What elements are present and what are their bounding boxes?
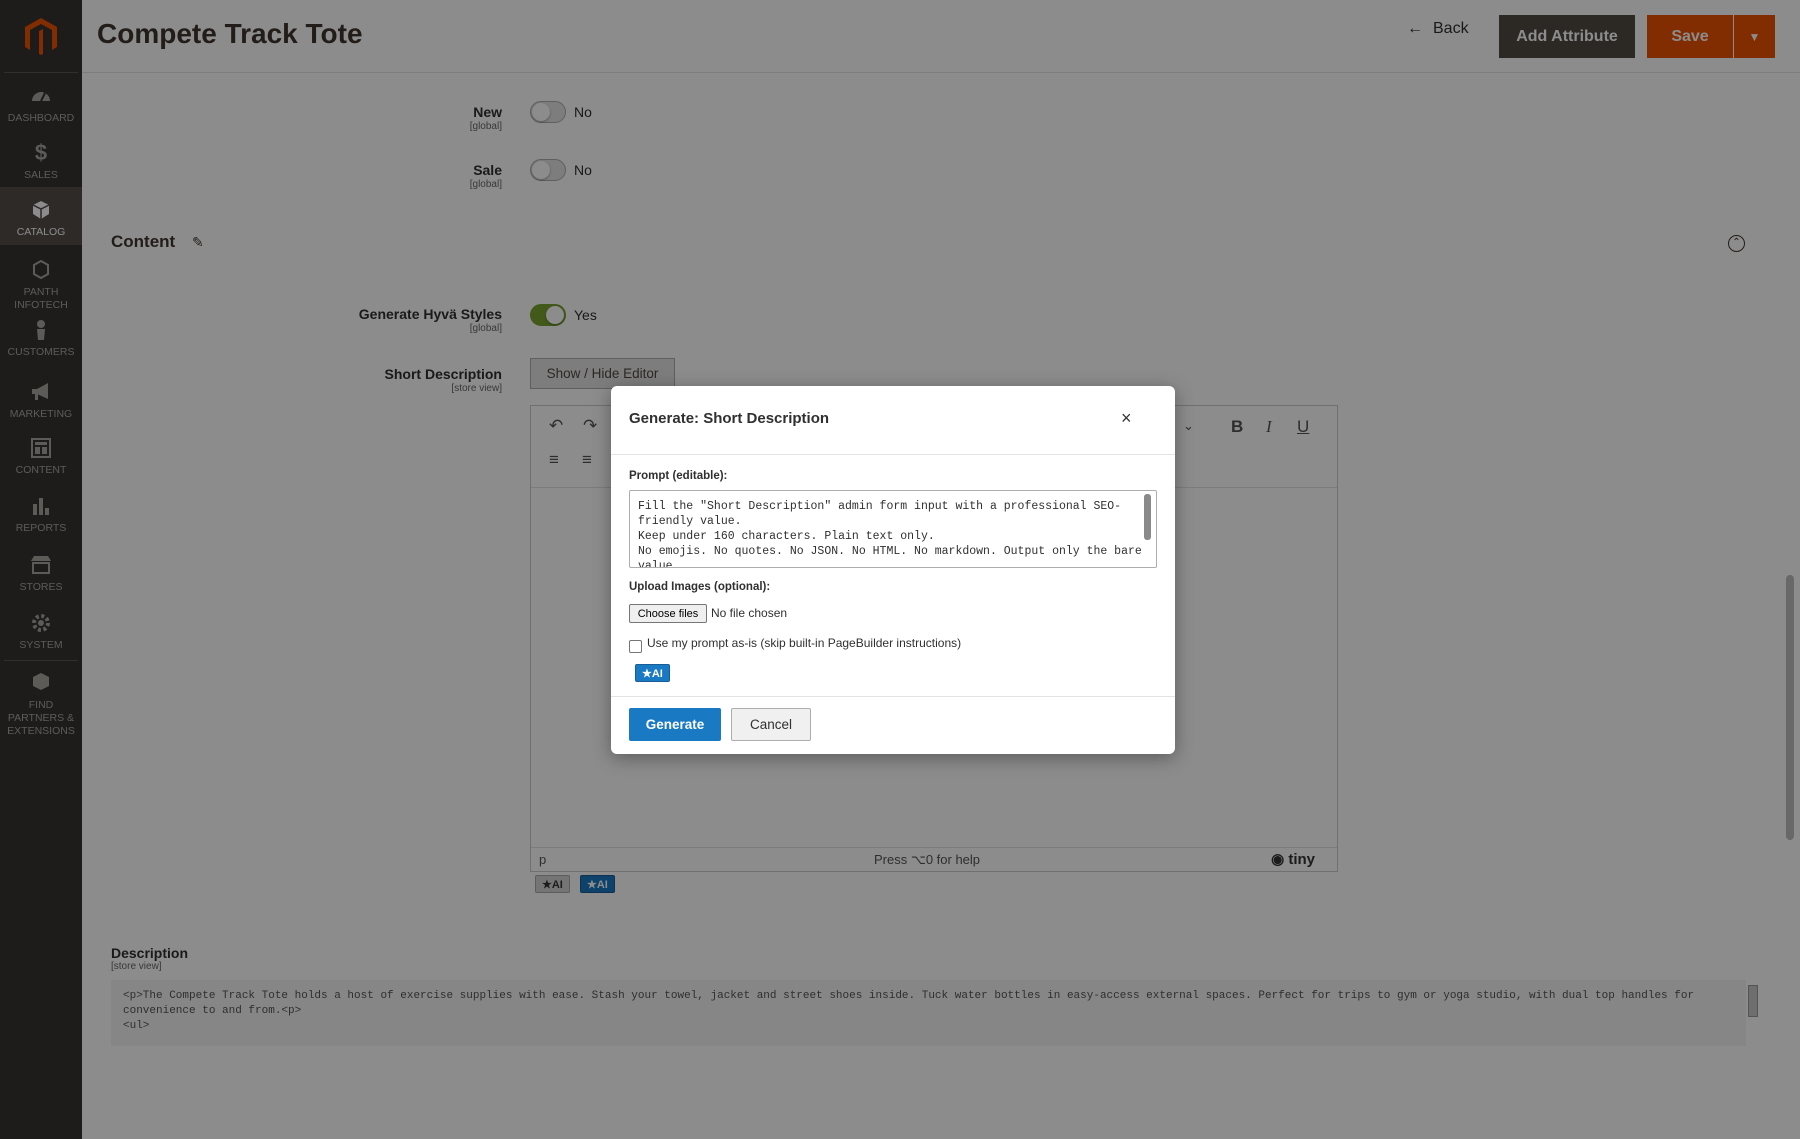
ai-badge[interactable]: ★AI: [635, 664, 670, 682]
prompt-textarea[interactable]: Fill the "Short Description" admin form …: [629, 490, 1157, 568]
divider: [611, 696, 1175, 697]
prompt-label: Prompt (editable):: [629, 470, 728, 482]
choose-files-button[interactable]: Choose files: [629, 604, 707, 623]
upload-label: Upload Images (optional):: [629, 581, 771, 593]
file-status: No file chosen: [711, 606, 788, 620]
checkbox-label[interactable]: Use my prompt as-is (skip built-in PageB…: [647, 636, 961, 650]
close-icon[interactable]: ×: [1121, 408, 1132, 429]
divider: [611, 454, 1175, 455]
generate-modal: Generate: Short Description × Prompt (ed…: [611, 386, 1175, 754]
modal-title: Generate: Short Description: [629, 410, 830, 427]
generate-button[interactable]: Generate: [629, 708, 721, 741]
prompt-scrollbar[interactable]: [1144, 494, 1151, 540]
use-prompt-as-is-checkbox[interactable]: [629, 640, 642, 653]
cancel-button[interactable]: Cancel: [731, 708, 811, 741]
